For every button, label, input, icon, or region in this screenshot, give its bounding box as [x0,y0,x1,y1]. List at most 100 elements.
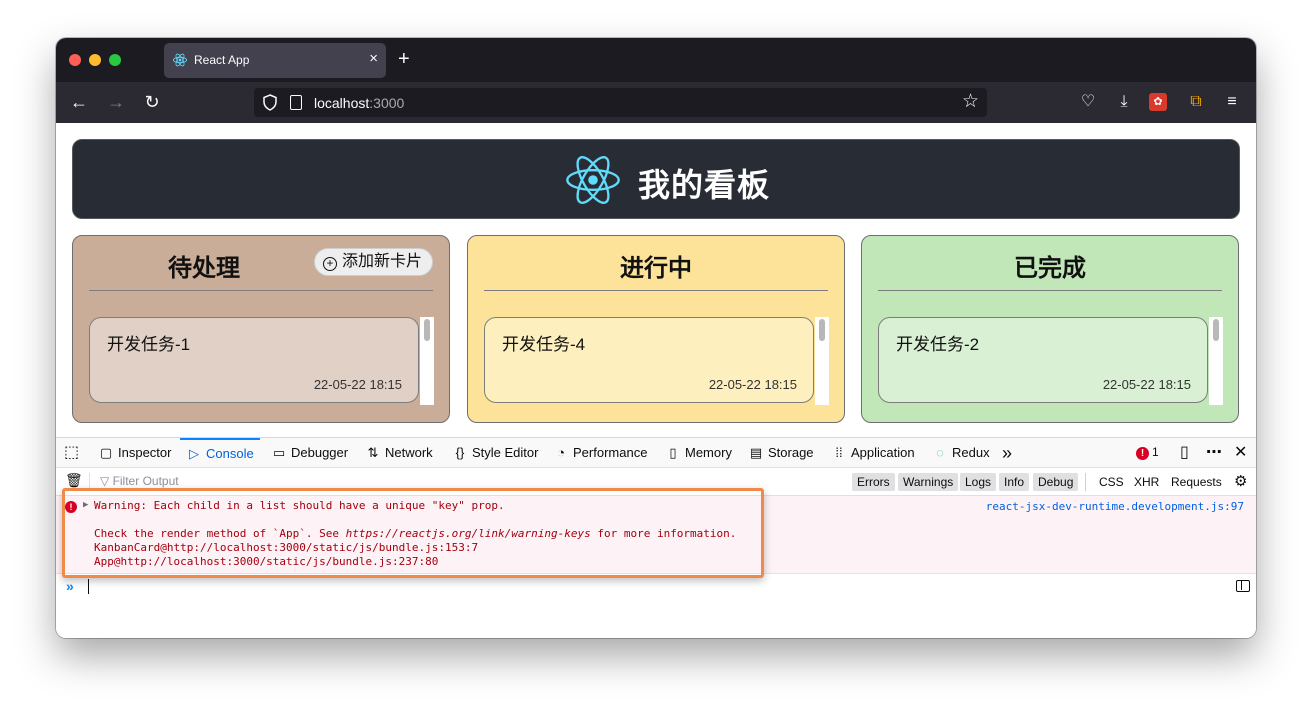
column-divider [484,290,828,291]
url-port: :3000 [369,95,405,111]
scrollbar-thumb[interactable] [424,319,430,341]
column-title: 待处理 [168,255,240,282]
tab-label: Redux [952,445,990,460]
column-title: 进行中 [620,255,692,282]
filter-requests-button[interactable]: Requests [1171,473,1222,491]
tab-label: Application [851,445,915,460]
network-icon: ⇅ [367,445,379,460]
card-timestamp: 22-05-22 18:15 [313,377,402,392]
new-tab-icon[interactable]: + [398,48,410,70]
filter-logs-button[interactable]: Logs [960,473,997,491]
overflow-chevron-icon[interactable]: » [1002,443,1012,463]
back-arrow-icon[interactable]: ← [68,91,90,113]
column-scrollbar[interactable] [420,317,434,405]
error-count: 1 [1152,445,1159,459]
column-done: 已完成 开发任务-2 22-05-22 18:15 [861,235,1239,423]
card-timestamp: 22-05-22 18:15 [708,377,797,392]
page-content: 我的看板 待处理 + 添加新卡片 开发任务-1 22-05-22 18:15 进行… [56,123,1256,437]
bookmark-star-icon[interactable]: ☆ [962,91,979,113]
url-text[interactable]: localhost:3000 [314,95,404,111]
debugger-icon: ▭ [272,445,286,460]
page-title: 我的看板 [638,167,771,203]
gauge-icon: ◔ [557,445,565,460]
filter-info-button[interactable]: Info [999,473,1030,491]
reload-icon[interactable]: ↻ [141,91,163,113]
clear-console-trash-icon[interactable]: 🗑 [65,472,83,489]
extension-icon[interactable]: ✿ [1149,93,1167,111]
react-logo-icon [566,156,620,204]
filter-output-input[interactable]: ▽ Filter Output [100,474,179,488]
react-favicon-icon [172,53,188,67]
filter-css-button[interactable]: CSS [1099,473,1124,491]
app-header: 我的看板 [72,139,1240,219]
text-caret [88,579,89,594]
plus-circle-icon: + [322,257,337,271]
tab-inspector[interactable]: ▢ Inspector [98,438,172,468]
add-card-label: 添加新卡片 [341,253,422,270]
downloads-icon[interactable]: ⤓ [1113,91,1135,113]
tab-bar: React App × + [56,38,1256,82]
settings-gear-icon[interactable]: ⚙ [1234,473,1247,491]
shield-icon [263,94,277,111]
column-title: 已完成 [1014,255,1086,282]
separator [1085,473,1086,491]
tab-label: Network [385,445,433,460]
devtools-toolbar: ⬚ ▢ Inspector ▷ Console ▭ Debugger ⇅ Network… [56,438,1256,468]
storage-icon: ▤ [749,445,763,460]
tab-network[interactable]: ⇅ Network [365,438,433,468]
column-divider [89,290,433,291]
inspector-icon: ▢ [99,445,113,460]
url-bar[interactable]: localhost:3000 ☆ [254,88,987,117]
filter-errors-button[interactable]: Errors [852,473,895,491]
tab-debugger[interactable]: ▭ Debugger [271,438,348,468]
add-card-button[interactable]: + 添加新卡片 [313,248,433,276]
close-devtools-icon[interactable]: ✕ [1234,443,1247,463]
more-options-icon[interactable]: ⋯ [1206,443,1222,463]
dock-toggle-icon[interactable]: ▯ [1180,443,1189,463]
tab-redux[interactable]: ◌ Redux [932,438,990,468]
error-count-badge[interactable]: ! 1 [1136,445,1159,460]
element-picker-icon[interactable]: ⬚ [64,443,79,463]
browser-tab[interactable]: React App × [164,43,386,78]
minimize-window-button[interactable] [89,54,101,66]
editor-mode-toggle-icon[interactable] [1236,580,1250,592]
filter-debug-button[interactable]: Debug [1033,473,1079,491]
url-host: localhost [314,95,370,111]
message-source-link[interactable]: react-jsx-dev-runtime.development.js:97 [986,500,1244,514]
scrollbar-thumb[interactable] [819,319,825,341]
close-window-button[interactable] [69,54,81,66]
tab-performance[interactable]: ◔ Performance [553,438,647,468]
tab-label: Storage [768,445,814,460]
kanban-card[interactable]: 开发任务-2 22-05-22 18:15 [878,317,1208,403]
scrollbar-thumb[interactable] [1213,319,1219,341]
column-scrollbar[interactable] [815,317,829,405]
filter-warnings-button[interactable]: Warnings [898,473,959,491]
pocket-icon[interactable]: ♡ [1077,91,1099,113]
container-extension-icon[interactable]: ⧉ [1185,91,1207,113]
card-title: 开发任务-2 [896,335,980,354]
tab-label: Debugger [291,445,349,460]
card-timestamp: 22-05-22 18:15 [1102,377,1191,392]
maximize-window-button[interactable] [109,54,121,66]
tab-close-icon[interactable]: × [369,50,378,68]
funnel-icon: ▽ [100,474,113,488]
kanban-card[interactable]: 开发任务-1 22-05-22 18:15 [89,317,419,403]
card-title: 开发任务-1 [107,335,191,354]
column-in-progress: 进行中 开发任务-4 22-05-22 18:15 [467,235,845,423]
kanban-card[interactable]: 开发任务-4 22-05-22 18:15 [484,317,814,403]
tab-memory[interactable]: ▯ Memory [665,438,732,468]
menu-hamburger-icon[interactable]: ≡ [1221,91,1243,113]
tab-label: Console [206,446,254,461]
tab-style-editor[interactable]: {} Style Editor [452,438,539,468]
console-icon: ▷ [189,446,199,461]
tab-storage[interactable]: ▤ Storage [748,438,814,468]
column-scrollbar[interactable] [1209,317,1223,405]
page-icon [290,95,302,110]
filter-xhr-button[interactable]: XHR [1134,473,1159,491]
tab-application[interactable]: ⁞⁞ Application [831,438,915,468]
tab-label: Performance [573,445,648,460]
forward-arrow-icon[interactable]: → [105,91,127,113]
tab-console[interactable]: ▷ Console [180,438,260,468]
error-icon: ! [1136,447,1149,460]
braces-icon: {} [455,445,465,460]
